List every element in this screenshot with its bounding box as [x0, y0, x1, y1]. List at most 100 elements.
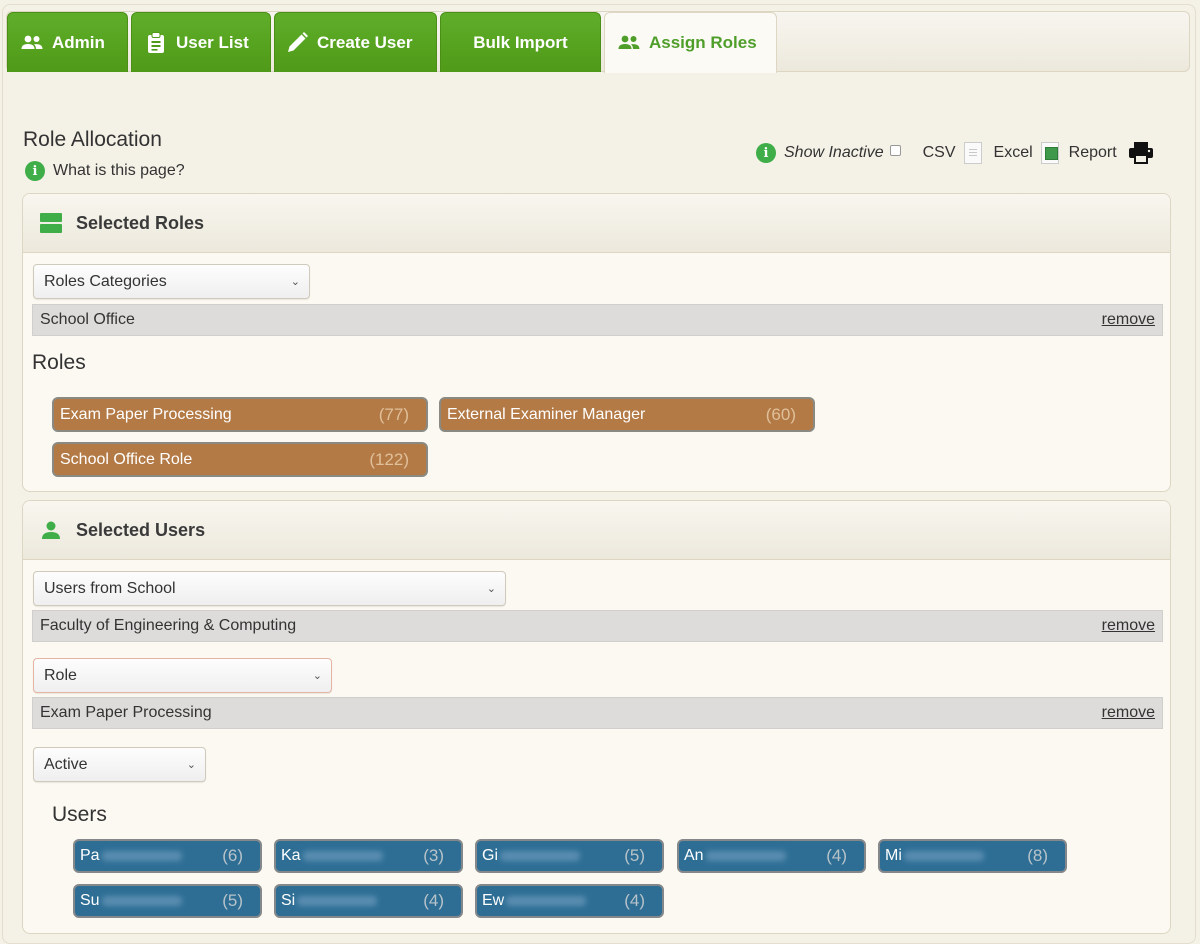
user-chip[interactable]: An (4) [677, 839, 866, 873]
redacted-name [500, 851, 580, 861]
user-name: Ka [281, 847, 301, 864]
user-count: (8) [1027, 846, 1048, 865]
tab-label: Assign Roles [649, 33, 757, 52]
user-count: (3) [423, 846, 444, 865]
users-icon [617, 33, 641, 53]
filter-value: School Office [40, 311, 135, 328]
remove-filter-link[interactable]: remove [1102, 704, 1155, 722]
tab-assign-roles[interactable]: Assign Roles [604, 12, 777, 73]
remove-filter-link[interactable]: remove [1102, 617, 1155, 635]
redacted-name [101, 896, 182, 906]
print-icon[interactable] [1128, 142, 1153, 164]
users-from-school-select[interactable]: Users from School ⌄ [33, 571, 506, 606]
role-name: External Examiner Manager [447, 405, 646, 423]
redacted-name [705, 851, 786, 861]
user-count: (5) [222, 891, 243, 910]
user-name: Mi [885, 847, 902, 864]
user-chip[interactable]: Ka (3) [274, 839, 463, 873]
tab-admin[interactable]: Admin [7, 12, 128, 72]
tab-label: Create User [317, 32, 413, 52]
csv-link[interactable]: CSV [923, 144, 956, 162]
select-value: Active [44, 755, 88, 773]
tab-create-user[interactable]: Create User [274, 12, 437, 72]
list-icon [39, 213, 63, 233]
status-select[interactable]: Active ⌄ [33, 747, 206, 782]
show-inactive-checkbox[interactable] [889, 144, 901, 156]
user-chip[interactable]: Mi (8) [878, 839, 1067, 873]
tab-user-list[interactable]: User List [131, 12, 271, 72]
chevron-down-icon: ⌄ [186, 759, 196, 771]
user-name: Ew [482, 892, 505, 909]
select-value: Roles Categories [44, 272, 167, 290]
user-chip[interactable]: Pa (6) [73, 839, 262, 873]
role-count: (122) [369, 449, 409, 469]
users-heading: Users [52, 803, 107, 826]
excel-file-icon[interactable] [1040, 142, 1059, 164]
role-name: Exam Paper Processing [60, 405, 232, 423]
show-inactive-label: Show Inactive [784, 144, 884, 161]
csv-file-icon[interactable] [963, 142, 982, 164]
select-value: Role [44, 666, 77, 684]
info-icon[interactable]: i [756, 143, 776, 163]
user-count: (4) [423, 891, 444, 910]
role-count: (77) [378, 404, 409, 424]
users-icon [20, 33, 44, 53]
redacted-name [506, 896, 587, 906]
role-count: (60) [765, 404, 796, 424]
tab-label: Admin [52, 32, 105, 52]
selected-roles-panel: Selected Roles Roles Categories ⌄ School… [22, 193, 1171, 492]
help-link[interactable]: i What is this page? [25, 161, 185, 181]
redacted-name [302, 851, 383, 861]
user-chip[interactable]: Ew (4) [475, 884, 664, 918]
clipboard-icon [144, 31, 168, 53]
roles-category-filter: School Office remove [32, 304, 1163, 336]
user-name: An [684, 847, 704, 864]
page-title: Role Allocation [23, 128, 162, 151]
user-icon [39, 521, 63, 539]
filter-value: Faculty of Engineering & Computing [40, 617, 297, 634]
role-chip[interactable]: Exam Paper Processing (77) [52, 397, 428, 432]
redacted-name [101, 851, 182, 861]
filter-value: Exam Paper Processing [40, 704, 212, 721]
user-chip[interactable]: Si (4) [274, 884, 463, 918]
user-count: (5) [624, 846, 645, 865]
help-link-label: What is this page? [53, 162, 185, 179]
user-name: Pa [80, 847, 100, 864]
redacted-name [903, 851, 984, 861]
selected-roles-title: Selected Roles [76, 212, 205, 233]
selected-users-title: Selected Users [76, 519, 206, 540]
role-select[interactable]: Role ⌄ [33, 658, 332, 693]
chevron-down-icon: ⌄ [312, 670, 322, 682]
role-chip[interactable]: External Examiner Manager (60) [439, 397, 815, 432]
redacted-name [297, 896, 378, 906]
user-chip[interactable]: Su (5) [73, 884, 262, 918]
role-name: School Office Role [60, 450, 193, 468]
user-name: Gi [482, 847, 498, 864]
user-chip[interactable]: Gi (5) [475, 839, 664, 873]
role-chip[interactable]: School Office Role (122) [52, 442, 428, 477]
excel-link[interactable]: Excel [994, 144, 1033, 162]
tab-label: Bulk Import [473, 32, 568, 52]
role-filter: Exam Paper Processing remove [32, 697, 1163, 729]
user-count: (4) [624, 891, 645, 910]
chevron-down-icon: ⌄ [290, 276, 300, 288]
selected-roles-header: Selected Roles [23, 194, 1170, 253]
info-icon: i [25, 161, 45, 181]
tab-bulk-import[interactable]: Bulk Import [440, 12, 601, 72]
tab-label: User List [176, 32, 249, 52]
select-value: Users from School [44, 579, 176, 597]
pencil-icon [285, 31, 309, 53]
school-filter: Faculty of Engineering & Computing remov… [32, 610, 1163, 642]
user-count: (6) [222, 846, 243, 865]
export-toolbar: i Show Inactive CSV Excel Report [756, 140, 1153, 166]
user-name: Su [80, 892, 100, 909]
chevron-down-icon: ⌄ [486, 583, 496, 595]
remove-filter-link[interactable]: remove [1102, 311, 1155, 329]
roles-heading: Roles [32, 351, 86, 374]
user-name: Si [281, 892, 296, 909]
roles-categories-select[interactable]: Roles Categories ⌄ [33, 264, 310, 299]
report-link[interactable]: Report [1069, 144, 1117, 162]
user-count: (4) [826, 846, 847, 865]
selected-users-header: Selected Users [23, 501, 1170, 560]
selected-users-panel: Selected Users Users from School ⌄ Facul… [22, 500, 1171, 934]
